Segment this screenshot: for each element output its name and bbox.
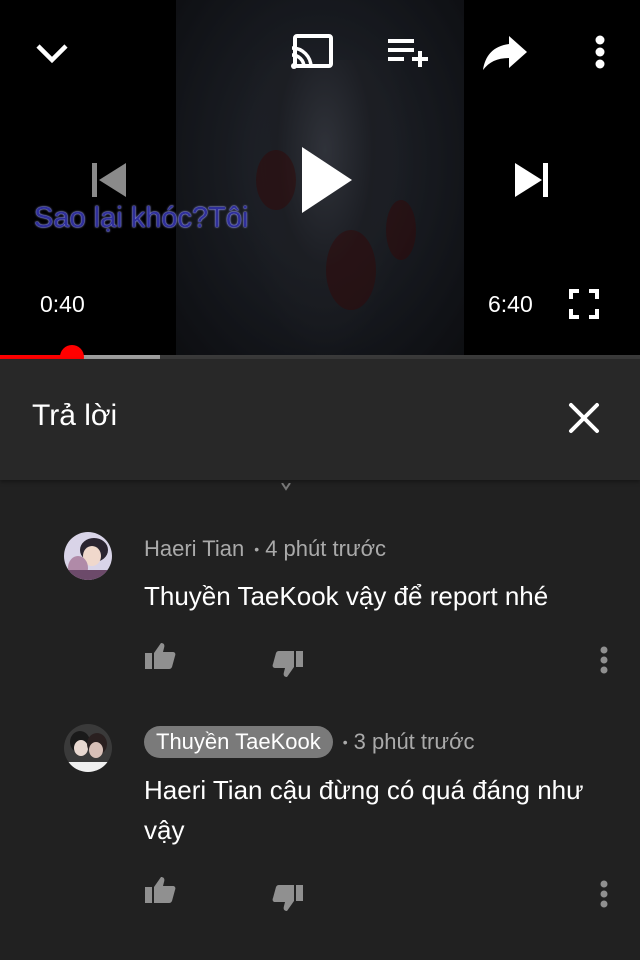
video-player[interactable]: Sao lại khóc?Tôi 0:40 6:40 [0,0,640,358]
comment-time: 4 phút trước [265,536,387,561]
like-icon[interactable] [140,636,180,676]
comment-meta: Thuyền TaeKook • 3 phút trước [144,726,475,758]
fullscreen-icon[interactable] [566,286,602,322]
comment-meta: Haeri Tian • 4 phút trước [144,536,387,562]
reply-panel-title: Trả lời [32,399,118,432]
next-icon[interactable] [508,156,556,204]
owner-author-chip[interactable]: Thuyền TaeKook [144,726,333,758]
reply-panel-header: Trả lời [0,359,640,480]
comment-author[interactable]: Haeri Tian [144,536,244,562]
cast-icon[interactable] [286,28,338,76]
share-icon[interactable] [478,28,532,76]
like-icon[interactable] [140,870,180,910]
comment-text: Thuyền TaeKook vậy để report nhé [144,581,549,611]
more-vert-icon[interactable] [586,30,614,74]
comment-time: 3 phút trước [353,729,475,754]
scroll-hint-icon [280,478,292,491]
close-icon[interactable] [560,394,608,442]
avatar[interactable] [64,724,112,772]
dislike-icon[interactable] [268,878,308,918]
duration-time: 6:40 [488,291,533,317]
current-time: 0:40 [40,291,85,317]
dislike-icon[interactable] [268,644,308,684]
play-icon[interactable] [296,142,356,218]
previous-icon[interactable] [84,154,132,206]
comment-text: Haeri Tian cậu đừng có quá đáng như vậy [144,775,584,845]
avatar[interactable] [64,532,112,580]
collapse-chevron-icon[interactable] [28,28,76,76]
comment-more-icon[interactable] [584,640,624,680]
subtitle-caption: Sao lại khóc?Tôi [34,202,249,234]
comment-more-icon[interactable] [584,874,624,914]
add-to-queue-icon[interactable] [384,30,432,74]
